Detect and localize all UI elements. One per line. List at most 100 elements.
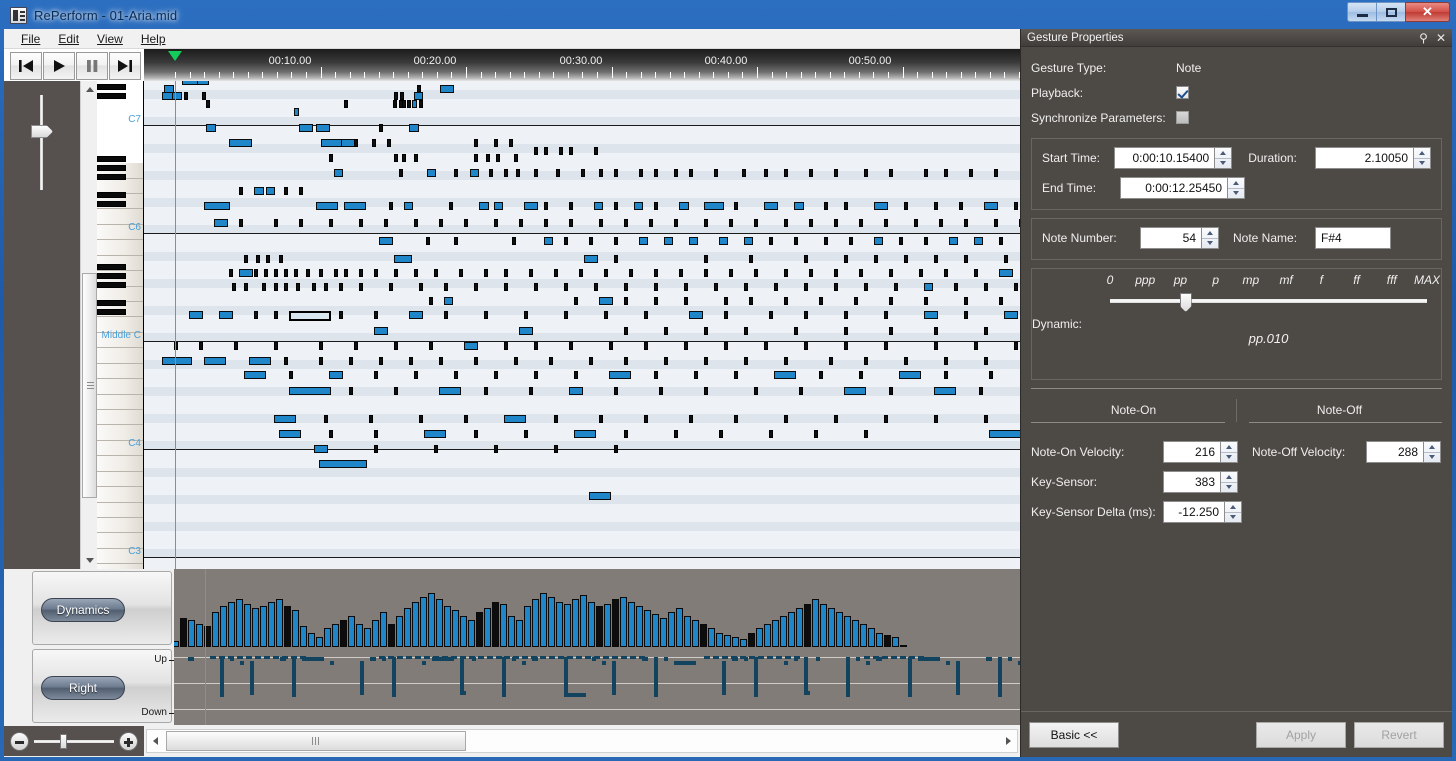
note-block[interactable] <box>634 202 643 210</box>
note-on-velocity-input[interactable]: 216 <box>1163 441 1221 463</box>
note-block[interactable] <box>341 139 355 147</box>
note-block[interactable] <box>464 415 468 423</box>
dynamics-bar[interactable] <box>300 626 307 647</box>
note-block[interactable] <box>624 297 628 305</box>
pedal-segment[interactable] <box>882 656 888 659</box>
note-block[interactable] <box>214 219 228 227</box>
pedal-segment[interactable] <box>998 657 1002 697</box>
note-block[interactable] <box>859 269 863 277</box>
dynamics-bar[interactable] <box>436 599 443 647</box>
note-block[interactable] <box>412 100 417 108</box>
note-block[interactable] <box>844 327 848 335</box>
dynamics-bar[interactable] <box>804 603 811 647</box>
horizontal-scrollbar-thumb[interactable] <box>166 731 466 751</box>
dynamics-bar[interactable] <box>620 597 627 647</box>
note-block[interactable] <box>479 202 489 210</box>
note-block[interactable] <box>994 219 998 227</box>
note-block[interactable] <box>744 327 748 335</box>
dynamics-bar[interactable] <box>700 624 707 647</box>
note-block[interactable] <box>599 219 603 227</box>
piano-white-key[interactable] <box>97 471 143 488</box>
note-block[interactable] <box>964 219 968 227</box>
pedal-segment[interactable] <box>442 656 448 659</box>
dynamics-bar[interactable] <box>356 624 363 647</box>
note-block[interactable] <box>274 283 278 291</box>
note-block[interactable] <box>316 124 330 132</box>
note-block[interactable] <box>319 269 323 277</box>
note-block[interactable] <box>624 283 628 291</box>
pedal-segment[interactable] <box>531 656 537 659</box>
note-block[interactable] <box>989 430 1020 438</box>
note-block[interactable] <box>639 237 648 245</box>
note-block[interactable] <box>834 283 838 291</box>
note-block[interactable] <box>349 357 353 365</box>
dynamics-bar[interactable] <box>764 624 771 647</box>
note-block[interactable] <box>664 237 673 245</box>
note-block[interactable] <box>899 237 903 245</box>
note-block[interactable] <box>574 371 578 379</box>
note-block[interactable] <box>274 269 278 277</box>
note-block[interactable] <box>744 283 748 291</box>
pedal-segment[interactable] <box>246 656 252 659</box>
pedal-segment[interactable] <box>228 656 234 659</box>
note-block[interactable] <box>984 202 998 210</box>
note-block[interactable] <box>574 297 578 305</box>
note-block[interactable] <box>514 357 518 365</box>
pedal-segment[interactable] <box>273 656 279 659</box>
pedal-segment[interactable] <box>704 656 710 659</box>
pedal-segment[interactable] <box>908 657 912 697</box>
note-block[interactable] <box>719 237 728 245</box>
note-block[interactable] <box>534 283 538 291</box>
note-block[interactable] <box>329 371 343 379</box>
note-block[interactable] <box>599 297 613 305</box>
note-block[interactable] <box>393 100 397 108</box>
note-block[interactable] <box>374 269 378 277</box>
pedal-segment[interactable] <box>873 656 879 659</box>
piano-black-key[interactable] <box>97 282 126 288</box>
note-block[interactable] <box>329 430 333 438</box>
pedal-segment[interactable] <box>360 661 364 695</box>
pedal-segment[interactable] <box>469 656 475 659</box>
pedal-segment[interactable] <box>502 657 506 697</box>
note-block[interactable] <box>319 460 367 468</box>
scroll-right-button[interactable] <box>1000 730 1017 752</box>
piano-white-key[interactable] <box>97 394 143 410</box>
note-block[interactable] <box>734 371 738 379</box>
note-block[interactable] <box>914 219 918 227</box>
dynamics-bar[interactable] <box>788 611 795 647</box>
dynamics-bar[interactable] <box>276 599 283 647</box>
note-block[interactable] <box>414 154 418 162</box>
playhead-handle[interactable] <box>168 51 182 61</box>
note-block[interactable] <box>769 237 773 245</box>
pedal-segment[interactable] <box>564 657 568 697</box>
key-sensor-delta-spinner[interactable] <box>1225 501 1242 523</box>
note-block[interactable] <box>754 387 758 395</box>
note-block[interactable] <box>784 219 788 227</box>
note-block[interactable] <box>654 371 658 379</box>
note-block[interactable] <box>199 342 203 350</box>
note-block[interactable] <box>229 139 252 147</box>
note-block[interactable] <box>874 202 888 210</box>
playhead[interactable] <box>175 81 176 569</box>
pedal-segment[interactable] <box>630 656 636 659</box>
note-block[interactable] <box>809 219 813 227</box>
note-block[interactable] <box>314 445 328 453</box>
note-block[interactable] <box>359 283 363 291</box>
note-block[interactable] <box>829 357 833 365</box>
note-block[interactable] <box>312 283 316 291</box>
note-block[interactable] <box>534 147 538 155</box>
piano-white-key[interactable] <box>97 502 143 518</box>
piano-white-key[interactable] <box>97 348 143 364</box>
dynamics-bar[interactable] <box>348 616 355 647</box>
note-block[interactable] <box>959 202 963 210</box>
note-block[interactable] <box>319 342 323 350</box>
note-block[interactable] <box>424 430 446 438</box>
note-block[interactable] <box>484 387 488 395</box>
note-block[interactable] <box>244 283 248 291</box>
note-block[interactable] <box>904 202 908 210</box>
note-block[interactable] <box>299 187 303 195</box>
dynamics-bar[interactable] <box>876 632 883 647</box>
dynamics-bar[interactable] <box>508 616 515 647</box>
note-block[interactable] <box>884 219 888 227</box>
note-block[interactable] <box>256 255 260 263</box>
